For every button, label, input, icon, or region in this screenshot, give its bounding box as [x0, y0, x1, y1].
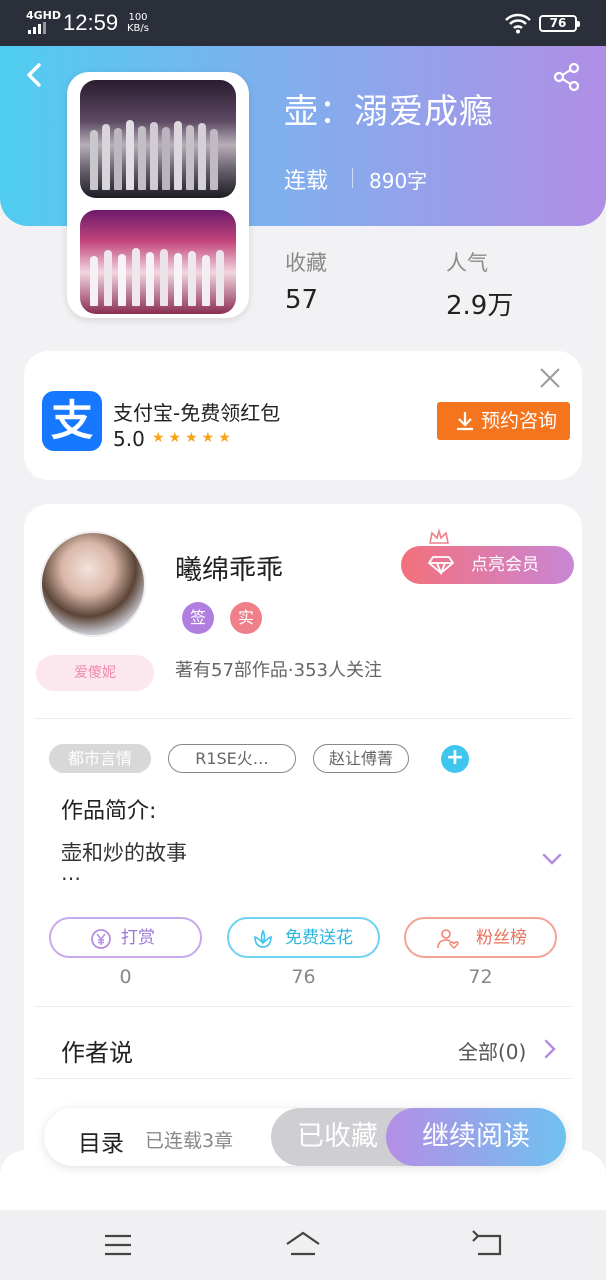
vip-button-label: 点亮会员	[471, 555, 539, 575]
author-avatar[interactable]	[40, 531, 146, 637]
ad-banner[interactable]: 支 支付宝-免费领红包 5.0 ★★★★★ 预约咨询	[24, 351, 582, 480]
popularity-label: 人气	[446, 251, 488, 275]
status-divider	[352, 168, 353, 188]
book-title: 壶：溺爱成瘾	[284, 92, 494, 132]
back-nav-icon[interactable]	[470, 1230, 506, 1260]
net-speed: 100 KB/s	[127, 12, 149, 34]
author-say-label: 作者说	[61, 1039, 133, 1067]
flower-count: 76	[291, 966, 316, 988]
fan-user-icon	[437, 929, 459, 949]
ad-rating: 5.0	[113, 427, 145, 451]
vip-button[interactable]: 点亮会员	[401, 546, 574, 584]
status-bar: 4GHD 12:59 100 KB/s 76	[0, 0, 606, 46]
alipay-logo-icon: 支	[42, 391, 102, 451]
flower-icon	[254, 929, 272, 948]
fan-ranking-label: 粉丝榜	[476, 928, 527, 948]
author-name[interactable]: 曦绵乖乖	[175, 548, 283, 587]
diamond-icon	[427, 556, 455, 575]
send-flower-label: 免费送花	[285, 928, 353, 948]
crown-icon	[429, 528, 449, 544]
network-type: 4GHD	[26, 9, 62, 22]
close-icon[interactable]	[538, 366, 562, 390]
clock: 12:59	[63, 10, 119, 35]
favorites-label: 收藏	[285, 251, 327, 275]
share-icon[interactable]	[552, 62, 582, 92]
tag-genre[interactable]: 都市言情	[49, 744, 151, 773]
divider	[34, 718, 572, 719]
signal-icon	[28, 22, 50, 34]
back-arrow-icon[interactable]	[22, 62, 48, 88]
system-nav-bar	[0, 1210, 606, 1280]
serial-status: 连载	[284, 169, 329, 194]
intro-ellipsis: …	[61, 861, 81, 885]
avatar-frame-label: 爱傻妮	[36, 655, 154, 691]
divider	[34, 1078, 572, 1079]
divider	[34, 1006, 572, 1007]
fan-count: 72	[468, 966, 493, 988]
battery-icon: 76	[539, 15, 580, 32]
wifi-icon	[505, 13, 531, 34]
chapter-count: 已连载3章	[145, 1130, 234, 1152]
yen-coin-icon	[91, 929, 111, 949]
cover-photo-bottom	[80, 210, 236, 314]
continue-reading-button[interactable]: 继续阅读	[386, 1108, 566, 1166]
download-icon	[457, 412, 473, 431]
book-cover[interactable]	[67, 72, 249, 318]
cover-photo-top	[80, 80, 236, 198]
ad-title: 支付宝-免费领红包	[113, 401, 281, 425]
menu-icon[interactable]	[100, 1230, 136, 1260]
star-rating-icon: ★★★★★	[152, 430, 235, 446]
chevron-down-icon[interactable]	[541, 851, 563, 867]
ad-consult-button[interactable]: 预约咨询	[437, 402, 570, 440]
toc-button[interactable]: 目录	[78, 1124, 124, 1158]
author-say-all-link[interactable]: 全部(0)	[458, 1036, 526, 1065]
intro-label: 作品简介:	[61, 799, 157, 824]
word-count: 890字	[369, 169, 428, 193]
ad-button-label: 预约咨询	[481, 410, 558, 432]
fan-ranking-button[interactable]: 粉丝榜	[404, 917, 557, 958]
home-icon[interactable]	[285, 1230, 321, 1260]
net-speed-value: 100	[128, 12, 148, 23]
author-meta: 著有57部作品·353人关注	[175, 660, 382, 681]
tip-button[interactable]: 打赏	[49, 917, 202, 958]
signed-badge: 签	[182, 602, 214, 634]
tip-label: 打赏	[121, 928, 155, 948]
net-speed-unit: KB/s	[127, 23, 149, 34]
chevron-right-icon[interactable]	[543, 1038, 557, 1060]
send-flower-button[interactable]: 免费送花	[227, 917, 380, 958]
tag-item[interactable]: R1SE火…	[168, 744, 296, 773]
favorites-count: 57	[285, 285, 319, 315]
verified-badge: 实	[230, 602, 262, 634]
tag-item[interactable]: 赵让傅菁	[313, 744, 409, 773]
add-tag-icon[interactable]: +	[441, 745, 469, 773]
popularity-count: 2.9万	[446, 291, 514, 321]
tip-count: 0	[119, 966, 132, 988]
